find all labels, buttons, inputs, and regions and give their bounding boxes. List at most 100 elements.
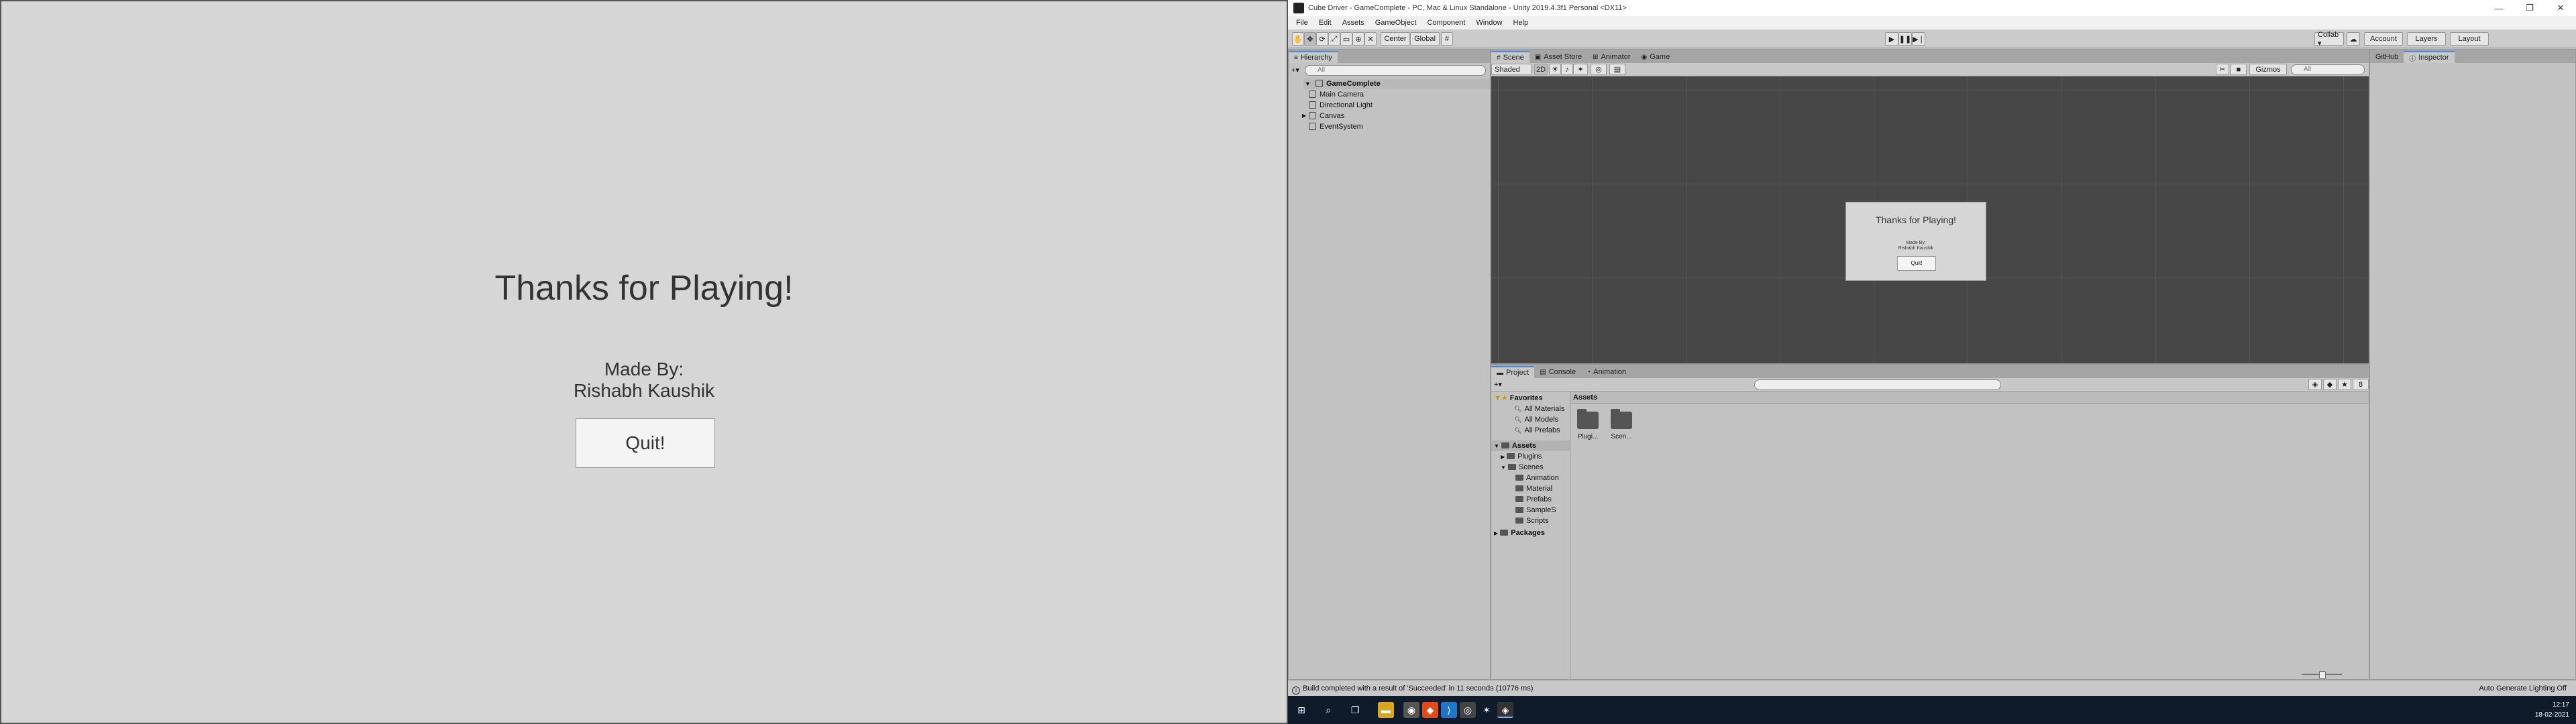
layers-dropdown[interactable]: Layers (2407, 32, 2446, 46)
asset-folder-plugins[interactable]: Plugi... (1574, 409, 1601, 440)
tree-animation[interactable]: Animation (1515, 473, 1559, 483)
lighting-icon[interactable]: ☀ (1549, 64, 1561, 75)
camera-icon[interactable]: ■ (2231, 64, 2247, 75)
tree-prefabs[interactable]: Prefabs (1515, 494, 1552, 505)
custom-tool-icon[interactable]: ✕ (1364, 32, 1377, 46)
windows-start-icon[interactable]: ⊞ (1293, 702, 1309, 718)
tab-game[interactable]: ◉ Game (1636, 51, 1676, 63)
expand-triangle-icon[interactable]: ▼ (1305, 78, 1311, 89)
favorite-star-icon[interactable]: ★ (2338, 379, 2351, 390)
tab-asset-store[interactable]: ▣ Asset Store (1529, 51, 1587, 63)
task-view-icon[interactable]: ❐ (1347, 702, 1363, 718)
tree-favorites[interactable]: ▼★ Favorites (1494, 393, 1543, 404)
tree-all-models[interactable]: 🔍︎ All Models (1514, 414, 1558, 425)
scene-search-input[interactable]: All (2291, 64, 2365, 75)
tab-project[interactable]: ▬ Project (1491, 366, 1535, 378)
transform-tool-icon[interactable]: ⊕ (1352, 32, 1364, 46)
tree-packages[interactable]: ▶ Packages (1494, 528, 1545, 538)
pause-button[interactable]: ❚❚ (1898, 32, 1912, 46)
brave-browser-icon[interactable]: ◆ (1422, 702, 1438, 718)
hierarchy-item-canvas[interactable]: Canvas (1309, 111, 1344, 121)
scene-root-gamecomplete[interactable]: GameComplete (1303, 78, 1490, 89)
hand-tool-icon[interactable]: ✋ (1292, 32, 1304, 46)
icon-size-slider[interactable] (2302, 671, 2342, 679)
status-message[interactable]: i Build completed with a result of 'Succe… (1292, 680, 1533, 697)
tab-hierarchy[interactable]: ≡ Hierarchy (1289, 51, 1338, 63)
hierarchy-search-input[interactable]: All (1305, 65, 1486, 76)
tab-animation[interactable]: ◔ Animation (1581, 366, 1631, 378)
vscode-icon[interactable]: ⟩ (1441, 702, 1457, 718)
tools-icon[interactable]: ✂ (2216, 64, 2229, 75)
cloud-icon[interactable]: ☁ (2347, 32, 2360, 46)
scale-tool-icon[interactable]: ⤢ (1328, 32, 1340, 46)
quit-button[interactable]: Quit! (576, 418, 715, 468)
pivot-global-button[interactable]: Global (1410, 32, 1440, 46)
tree-plugins[interactable]: ▶ Plugins (1501, 451, 1542, 462)
chrome-icon[interactable]: ◉ (1403, 702, 1419, 718)
tree-scripts[interactable]: Scripts (1515, 516, 1549, 526)
lighting-status[interactable]: Auto Generate Lighting Off (2479, 680, 2567, 697)
shading-dropdown[interactable]: Shaded (1491, 64, 1532, 75)
maximize-button[interactable]: ❐ (2514, 3, 2545, 13)
tab-label: Animator (1601, 53, 1631, 61)
tree-all-prefabs[interactable]: 🔍︎ All Prefabs (1514, 425, 1560, 436)
hierarchy-item-directional-light[interactable]: Directional Light (1309, 100, 1373, 111)
tree-assets[interactable]: ▼ Assets (1491, 440, 1570, 451)
menu-help[interactable]: Help (1507, 19, 1534, 27)
pivot-center-button[interactable]: Center (1381, 32, 1410, 46)
create-plus-icon[interactable]: +▾ (1494, 380, 1502, 389)
tab-github[interactable]: GitHub (2370, 51, 2404, 63)
system-clock[interactable]: 12:17 18-02-2021 (2535, 700, 2569, 720)
tab-scene[interactable]: # Scene (1491, 51, 1529, 63)
play-button[interactable]: ▶ (1885, 32, 1898, 46)
gizmos-dropdown[interactable]: Gizmos (2249, 64, 2287, 75)
search-by-type-icon[interactable]: ◈ (2308, 379, 2322, 390)
search-by-label-icon[interactable]: ◆ (2323, 379, 2337, 390)
folder-icon (1507, 464, 1516, 470)
rect-tool-icon[interactable]: ▭ (1340, 32, 1352, 46)
effects-icon[interactable]: ✦ (1573, 64, 1588, 75)
tree-samplescene[interactable]: SampleS (1515, 505, 1556, 516)
rotate-tool-icon[interactable]: ⟳ (1316, 32, 1328, 46)
hidden-objects-icon[interactable]: ◎ (1591, 64, 1607, 75)
minimize-button[interactable]: — (2483, 3, 2514, 13)
file-explorer-icon[interactable]: ▬ (1378, 702, 1394, 718)
menu-edit[interactable]: Edit (1313, 19, 1337, 27)
move-tool-icon[interactable]: ✥ (1304, 32, 1316, 46)
hierarchy-item-eventsystem[interactable]: EventSystem (1309, 121, 1363, 132)
camera-settings-icon[interactable]: ▤ (1609, 64, 1625, 75)
account-dropdown[interactable]: Account (2364, 32, 2403, 46)
hierarchy-item-main-camera[interactable]: Main Camera (1309, 89, 1364, 100)
menu-file[interactable]: File (1291, 19, 1313, 27)
menu-component[interactable]: Component (1421, 19, 1470, 27)
collab-button[interactable]: Collab ▾ (2314, 31, 2344, 48)
discord-icon[interactable]: ◎ (1460, 702, 1476, 718)
expand-triangle-icon[interactable]: ▶ (1302, 111, 1306, 121)
asset-folder-scenes[interactable]: Scen... (1608, 409, 1635, 440)
audio-icon[interactable]: ♪ (1561, 64, 1573, 75)
tree-scenes[interactable]: ▼ Scenes (1501, 462, 1544, 473)
menu-gameobject[interactable]: GameObject (1370, 19, 1422, 27)
search-icon[interactable]: ⌕ (1320, 702, 1336, 718)
scene-canvas-preview[interactable]: Thanks for Playing! Made By: Rishabh Kau… (1845, 202, 1986, 281)
assets-breadcrumb[interactable]: Assets (1570, 391, 2369, 404)
hierarchy-item-label: Canvas (1320, 112, 1345, 120)
tab-animator[interactable]: ⊞ Animator (1587, 51, 1635, 63)
project-search-input[interactable] (1754, 379, 2001, 390)
layout-dropdown[interactable]: Layout (2450, 32, 2489, 46)
tab-inspector[interactable]: ⓘ Inspector (2404, 51, 2455, 63)
tree-material[interactable]: Material (1515, 483, 1552, 494)
tree-all-materials[interactable]: 🔍︎ All Materials (1514, 404, 1564, 414)
github-desktop-icon[interactable]: ✶ (1479, 702, 1495, 718)
create-plus-icon[interactable]: +▾ (1291, 66, 1299, 74)
close-button[interactable]: ✕ (2545, 3, 2576, 13)
tab-console[interactable]: ▤ Console (1534, 366, 1581, 378)
step-button[interactable]: ▶❘ (1912, 32, 1925, 46)
scene-viewport[interactable]: Thanks for Playing! Made By: Rishabh Kau… (1491, 76, 2369, 363)
menu-assets[interactable]: Assets (1337, 19, 1370, 27)
menu-window[interactable]: Window (1470, 19, 1507, 27)
hidden-count-badge[interactable]: 8 (2353, 379, 2369, 390)
grid-snap-icon[interactable]: # (1441, 32, 1453, 46)
2d-toggle[interactable]: 2D (1534, 64, 1548, 75)
unity-hub-icon[interactable]: ◈ (1497, 702, 1513, 718)
